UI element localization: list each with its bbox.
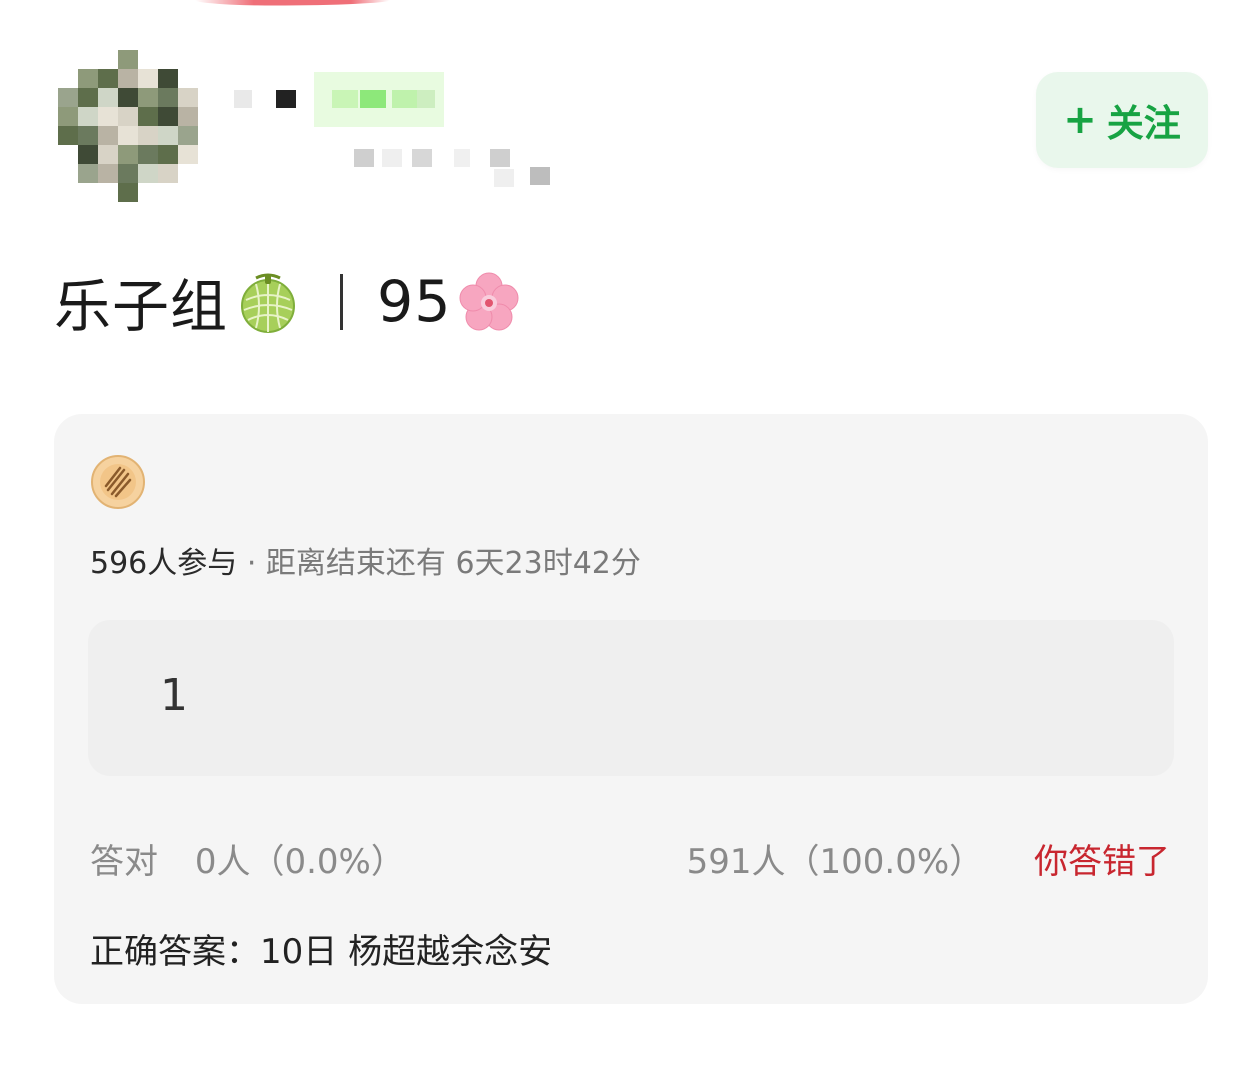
quiz-card: 596人参与 · 距离结束还有 6天23时42分 1 答对 0人（0.0%） 5… [54, 414, 1208, 1004]
meta-separator: · [246, 546, 257, 581]
wrong-count: 591人（100.0%） [686, 842, 984, 882]
melon-icon [241, 273, 295, 333]
correct-count: 0人（0.0%） [194, 842, 405, 882]
user-subtitle-redacted [232, 135, 552, 190]
plus-icon: + [1063, 97, 1097, 143]
follow-button-label: 关注 [1106, 102, 1181, 145]
correct-stats: 答对 0人（0.0%） [90, 834, 405, 883]
correct-answer: 正确答案：10日 杨超越余念安 [90, 932, 553, 972]
username-redacted[interactable] [232, 72, 454, 127]
quiz-meta: 596人参与 · 距离结束还有 6天23时42分 [90, 538, 641, 582]
wrong-stats: 591人（100.0%） 你答错了 [687, 834, 1170, 883]
top-edge-decoration [195, 0, 390, 6]
avatar[interactable] [58, 50, 198, 202]
countdown: 距离结束还有 6天23时42分 [265, 546, 641, 581]
quiz-cookie-icon [91, 455, 145, 509]
user-answer-box: 1 [88, 620, 1174, 776]
participant-count: 596人参与 [90, 546, 238, 581]
group-info: 乐子组 95 [54, 262, 522, 342]
follow-button[interactable]: + 关注 [1036, 72, 1208, 168]
correct-label: 答对 [90, 842, 158, 882]
user-answer: 1 [160, 670, 188, 721]
group-name[interactable]: 乐子组 [54, 261, 228, 343]
cherry-blossom-icon [459, 272, 519, 331]
divider [340, 274, 343, 330]
result-message: 你答错了 [1034, 842, 1170, 882]
post-screen: + 关注 乐子组 95 596人参与 · 距离结束还有 6天23时42分 1 答… [0, 0, 1260, 1074]
group-score: 95 [377, 269, 452, 335]
